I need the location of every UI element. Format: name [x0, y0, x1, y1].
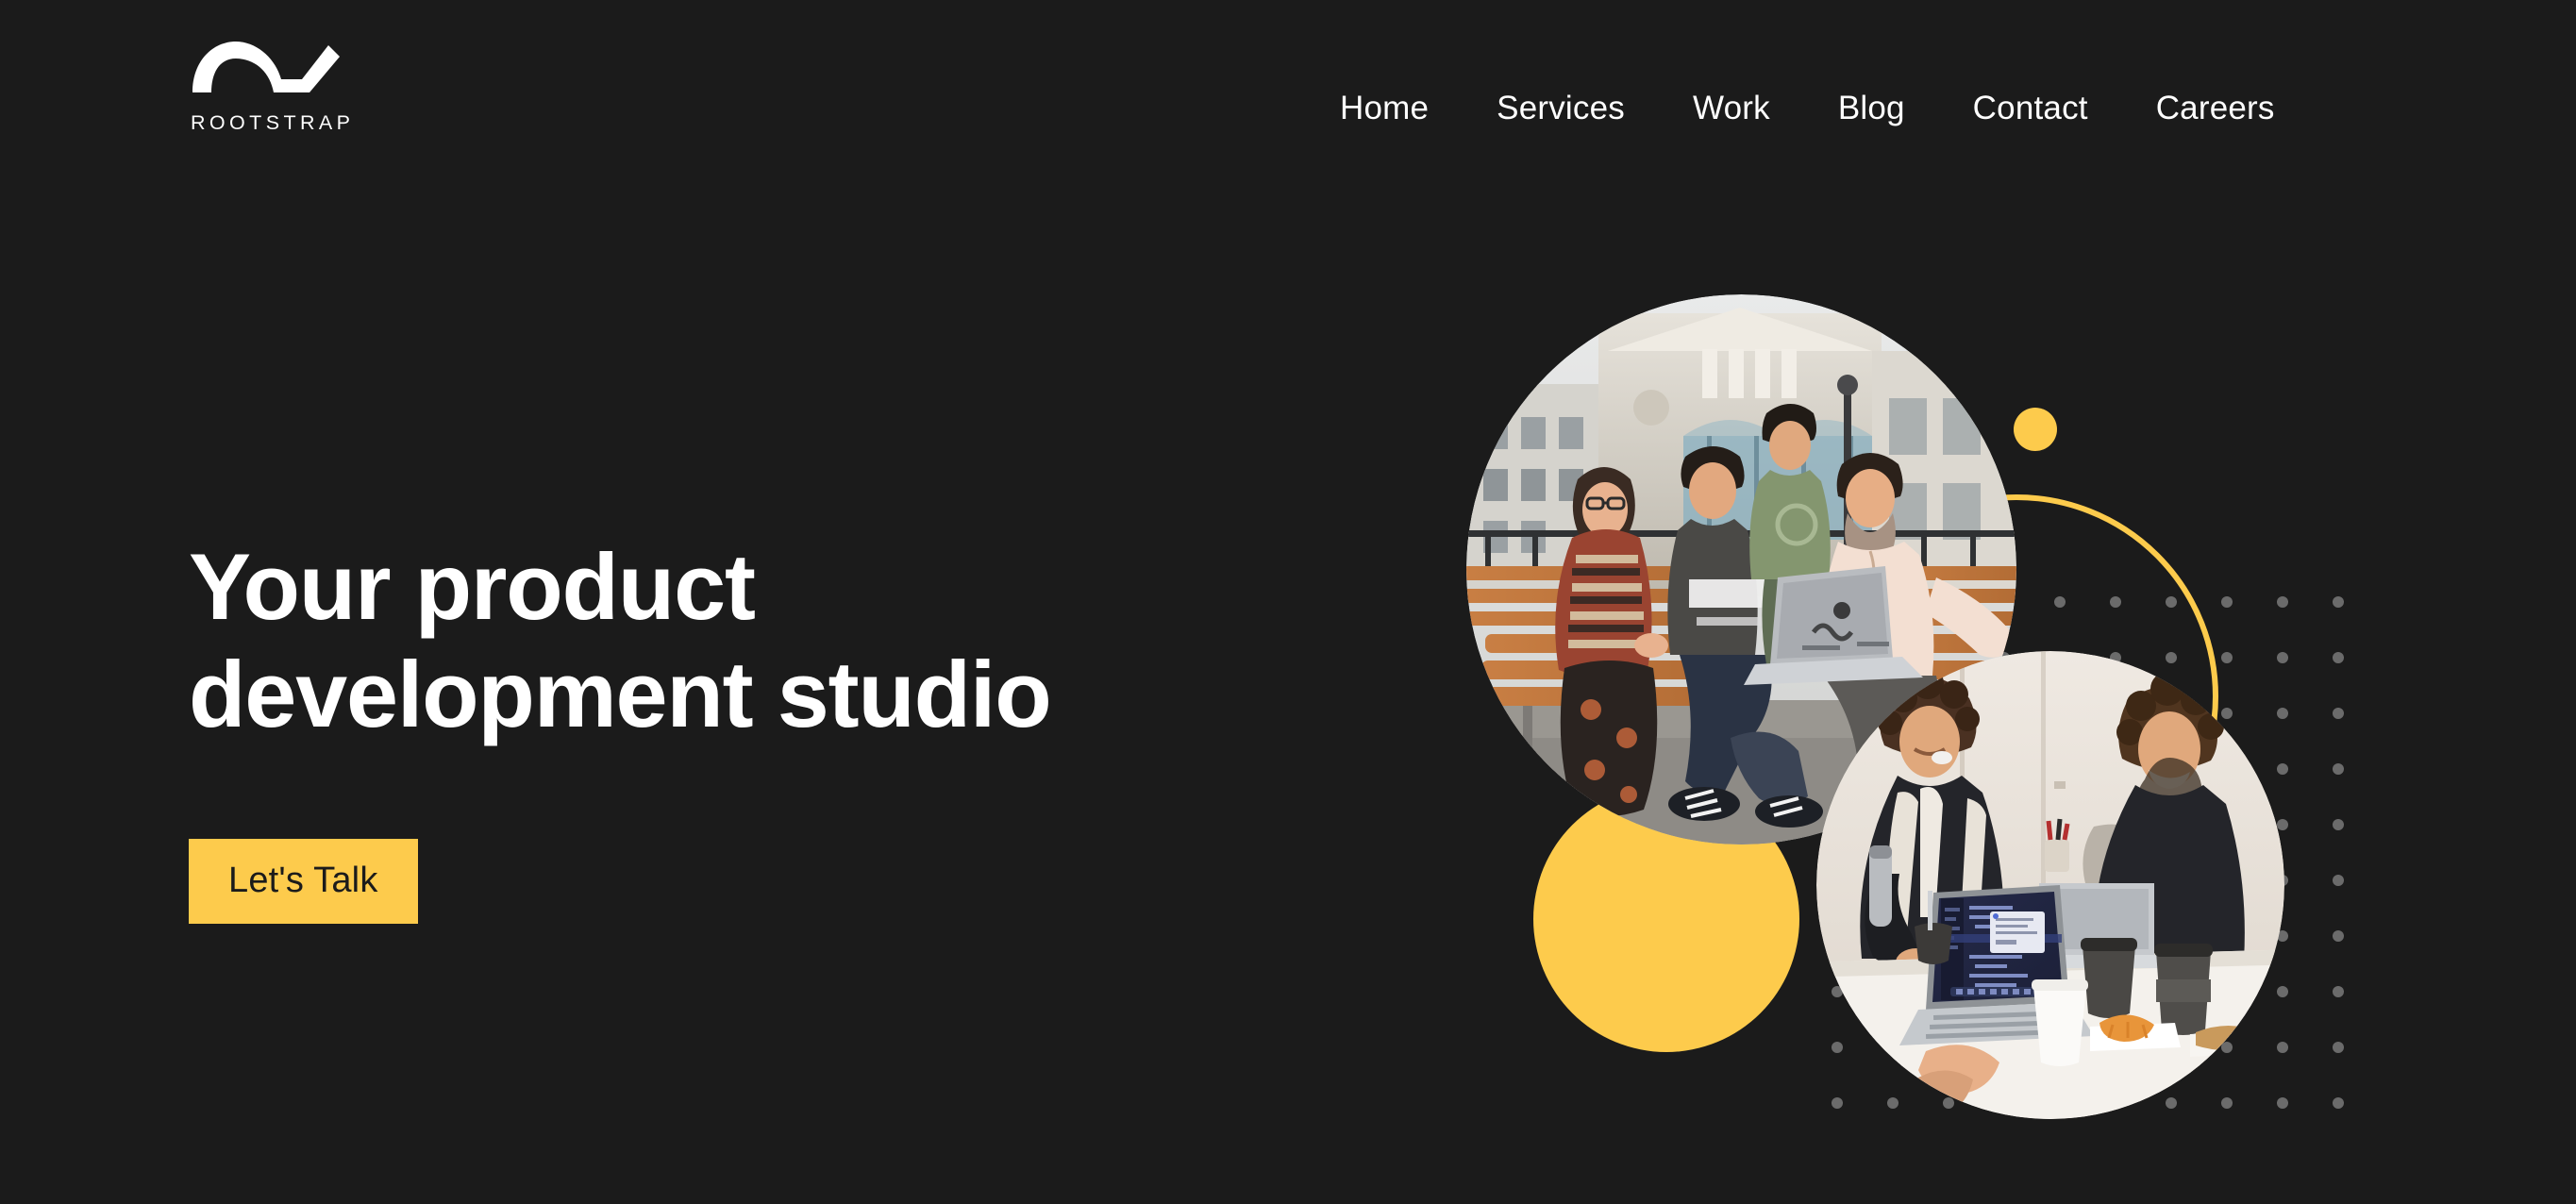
nav-item-services[interactable]: Services: [1497, 83, 1625, 134]
page-title: Your product development studio: [189, 534, 1052, 746]
nav-item-blog[interactable]: Blog: [1838, 83, 1905, 134]
yellow-small-dot: [2014, 408, 2057, 451]
nav-item-home[interactable]: Home: [1340, 83, 1429, 134]
brand-logo-link[interactable]: ROOTSTRAP: [191, 38, 351, 135]
nav-item-work[interactable]: Work: [1693, 83, 1770, 134]
site-header: ROOTSTRAP Home Services Work Blog Contac…: [0, 0, 2576, 193]
rootstrap-wave-check-logo-icon: [191, 38, 342, 96]
nav-item-contact[interactable]: Contact: [1973, 83, 2088, 134]
lets-talk-button[interactable]: Let's Talk: [189, 838, 418, 924]
hero-copy: Your product development studio Let's Ta…: [189, 533, 1321, 924]
nav-item-careers[interactable]: Careers: [2156, 83, 2275, 134]
main-navigation: Home Services Work Blog Contact Careers: [1340, 83, 2275, 134]
two-developers-at-desk-photo: [1816, 651, 2284, 1119]
brand-wordmark: ROOTSTRAP: [191, 111, 355, 134]
